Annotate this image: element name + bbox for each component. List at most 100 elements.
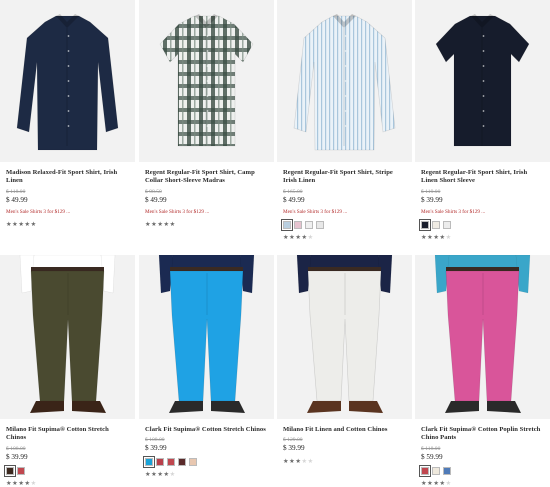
product-name[interactable]: Regent Regular-Fit Sport Shirt, Camp Col… [145,169,268,186]
color-swatch[interactable] [294,220,302,229]
product-card[interactable]: Madison Relaxed-Fit Sport Shirt, Irish L… [0,0,135,228]
star-icon: ★ [18,479,24,487]
product-image[interactable] [277,0,412,162]
product-image[interactable] [0,0,135,162]
original-price: $ 108.00 [145,437,165,444]
product-image[interactable] [277,255,412,419]
color-swatch[interactable] [305,220,313,229]
star-icon: ★ [283,458,289,466]
star-icon: ★ [439,233,446,241]
star-icon: ★ [295,458,301,466]
product-name[interactable]: Clark Fit Supima® Cotton Stretch Chinos [145,426,268,434]
promo-link[interactable]: Men's Sale Shirts 3 for $129 ... [145,209,268,216]
product-name[interactable]: Regent Regular-Fit Sport Shirt, Irish Li… [421,169,544,186]
star-icon: ★ [157,471,163,479]
star-icon: ★ [283,233,289,241]
color-swatches [4,464,129,477]
color-swatch[interactable] [419,218,431,231]
product-info: Clark Fit Supima® Cotton Poplin Stretch … [415,419,550,487]
product-info: Madison Relaxed-Fit Sport Shirt, Irish L… [0,162,135,228]
star-icon: ★ [445,479,452,487]
product-grid: Madison Relaxed-Fit Sport Shirt, Irish L… [0,0,550,487]
original-price: $ 108.00 [6,445,26,452]
original-price: $ 118.00 [421,445,441,452]
color-swatches [281,218,406,231]
sale-price: $ 39.99 [283,444,305,453]
star-icon: ★ [6,220,12,228]
product-card[interactable]: Regent Regular-Fit Sport Shirt, Stripe I… [277,0,412,241]
product-card[interactable]: Clark Fit Supima® Cotton Stretch Chinos $… [139,255,274,478]
star-icon: ★ [151,471,157,479]
color-swatch[interactable] [143,456,155,469]
color-swatch[interactable] [432,466,440,475]
color-swatch[interactable] [17,466,25,475]
color-swatch[interactable] [443,466,451,475]
color-swatch[interactable] [443,220,451,229]
shirt-image [16,14,119,151]
star-rating: ★ ★ ★ ★ ★ [283,458,406,465]
color-swatch[interactable] [4,464,16,477]
color-swatch[interactable] [419,464,431,477]
product-card[interactable]: Regent Regular-Fit Sport Shirt, Irish Li… [415,0,550,241]
promo-link[interactable]: Men's Sale Shirts 3 for $129 ... [283,209,406,216]
star-rating: ★ ★ ★ ★ ★ [421,480,544,487]
product-image[interactable] [415,0,550,162]
star-icon: ★ [30,220,37,228]
star-icon: ★ [427,233,433,241]
original-price: $ 165.00 [283,188,303,195]
star-rating: ★ ★ ★ ★ ★ [145,471,268,478]
product-info: Milano Fit Linen and Cotton Chinos $ 129.… [277,419,412,465]
sale-price: $ 59.99 [421,452,443,461]
color-swatch[interactable] [432,220,440,229]
star-icon: ★ [427,479,433,487]
pants-image [19,255,116,413]
product-name[interactable]: Milano Fit Supima® Cotton Stretch Chinos [6,426,129,443]
product-card[interactable]: Milano Fit Linen and Cotton Chinos $ 129.… [277,255,412,465]
shirt-image [293,14,396,151]
product-name[interactable]: Madison Relaxed-Fit Sport Shirt, Irish L… [6,169,129,186]
color-swatches [419,218,544,231]
promo-link[interactable]: Men's Sale Shirts 3 for $129 ... [421,209,544,216]
star-icon: ★ [169,220,176,228]
product-image[interactable] [0,255,135,419]
star-icon: ★ [169,471,176,479]
star-icon: ★ [163,220,170,228]
star-rating: ★ ★ ★ ★ ★ [6,221,129,228]
product-info: Milano Fit Supima® Cotton Stretch Chinos… [0,419,135,487]
product-image[interactable] [139,255,274,419]
product-name[interactable]: Regent Regular-Fit Sport Shirt, Stripe I… [283,169,406,186]
star-icon: ★ [433,479,439,487]
pants-image [158,255,255,413]
original-price: $ 118.00 [6,188,26,195]
color-swatch[interactable] [156,458,164,467]
star-icon: ★ [289,233,295,241]
product-image[interactable] [415,255,550,419]
star-icon: ★ [295,233,301,241]
star-icon: ★ [157,220,163,228]
product-card[interactable]: Regent Regular-Fit Sport Shirt, Camp Col… [139,0,274,228]
star-icon: ★ [163,471,170,479]
color-swatch[interactable] [178,458,186,467]
product-card[interactable]: Clark Fit Supima® Cotton Poplin Stretch … [415,255,550,487]
shirt-image [159,14,254,147]
star-icon: ★ [421,479,427,487]
promo-link[interactable]: Men's Sale Shirts 3 for $129 ... [6,209,129,216]
product-name[interactable]: Milano Fit Linen and Cotton Chinos [283,426,406,434]
star-icon: ★ [289,458,295,466]
star-icon: ★ [6,479,12,487]
color-swatch[interactable] [167,458,175,467]
star-icon: ★ [307,233,314,241]
star-icon: ★ [433,233,439,241]
color-swatch[interactable] [316,220,324,229]
star-icon: ★ [145,220,151,228]
product-image[interactable] [139,0,274,162]
sale-price: $ 39.99 [145,444,167,453]
product-card[interactable]: Milano Fit Supima® Cotton Stretch Chinos… [0,255,135,487]
color-swatch[interactable] [281,218,293,231]
star-icon: ★ [445,233,452,241]
star-icon: ★ [12,479,18,487]
pants-image [434,255,531,413]
star-icon: ★ [151,220,157,228]
product-name[interactable]: Clark Fit Supima® Cotton Poplin Stretch … [421,426,544,443]
color-swatch[interactable] [189,458,197,467]
